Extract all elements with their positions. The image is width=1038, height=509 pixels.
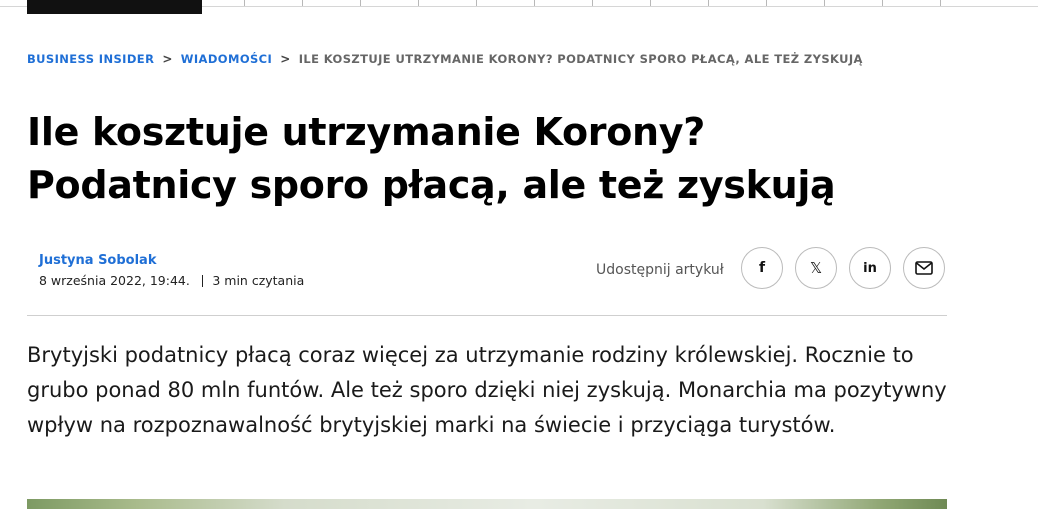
breadcrumb-current-page: ILE KOSZTUJE UTRZYMANIE KORONY? PODATNIC… [298,52,863,66]
breadcrumb-link-business-insider[interactable]: BUSINESS INSIDER [27,52,154,66]
share-email-button[interactable] [903,247,945,289]
publish-date: 8 września 2022, 19:44. [39,273,190,288]
share-label: Udostępnij artykuł [596,262,724,278]
article-meta: 8 września 2022, 19:44. 3 min czytania [39,273,304,288]
breadcrumb: BUSINESS INSIDER > WIADOMOŚCI > ILE KOSZ… [27,52,863,66]
author-link[interactable]: Justyna Sobolak [39,253,156,268]
share-x-button[interactable]: 𝕏 [795,247,837,289]
top-nav-items [210,0,990,6]
chevron-right-icon: > [280,52,291,66]
article-title: Ile kosztuje utrzymanie Korony? Podatnic… [27,106,987,212]
article-hero-image [27,499,947,509]
article-title-line-1: Ile kosztuje utrzymanie Korony? [27,110,705,154]
share-facebook-button[interactable]: f [741,247,783,289]
article-lead: Brytyjski podatnicy płacą coraz więcej z… [27,343,947,437]
x-icon: 𝕏 [809,258,823,277]
read-time: 3 min czytania [212,273,305,288]
share-linkedin-button[interactable]: in [849,247,891,289]
meta-divider-line [27,315,947,316]
chevron-right-icon: > [162,52,173,66]
email-icon [915,261,933,275]
article-title-line-2: Podatnicy sporo płacą, ale też zyskują [27,163,836,207]
top-nav-logo-bar[interactable] [27,0,202,14]
linkedin-icon: in [863,260,877,276]
facebook-icon: f [758,260,766,276]
meta-divider [201,274,204,287]
breadcrumb-link-wiadomosci[interactable]: WIADOMOŚCI [181,52,272,66]
